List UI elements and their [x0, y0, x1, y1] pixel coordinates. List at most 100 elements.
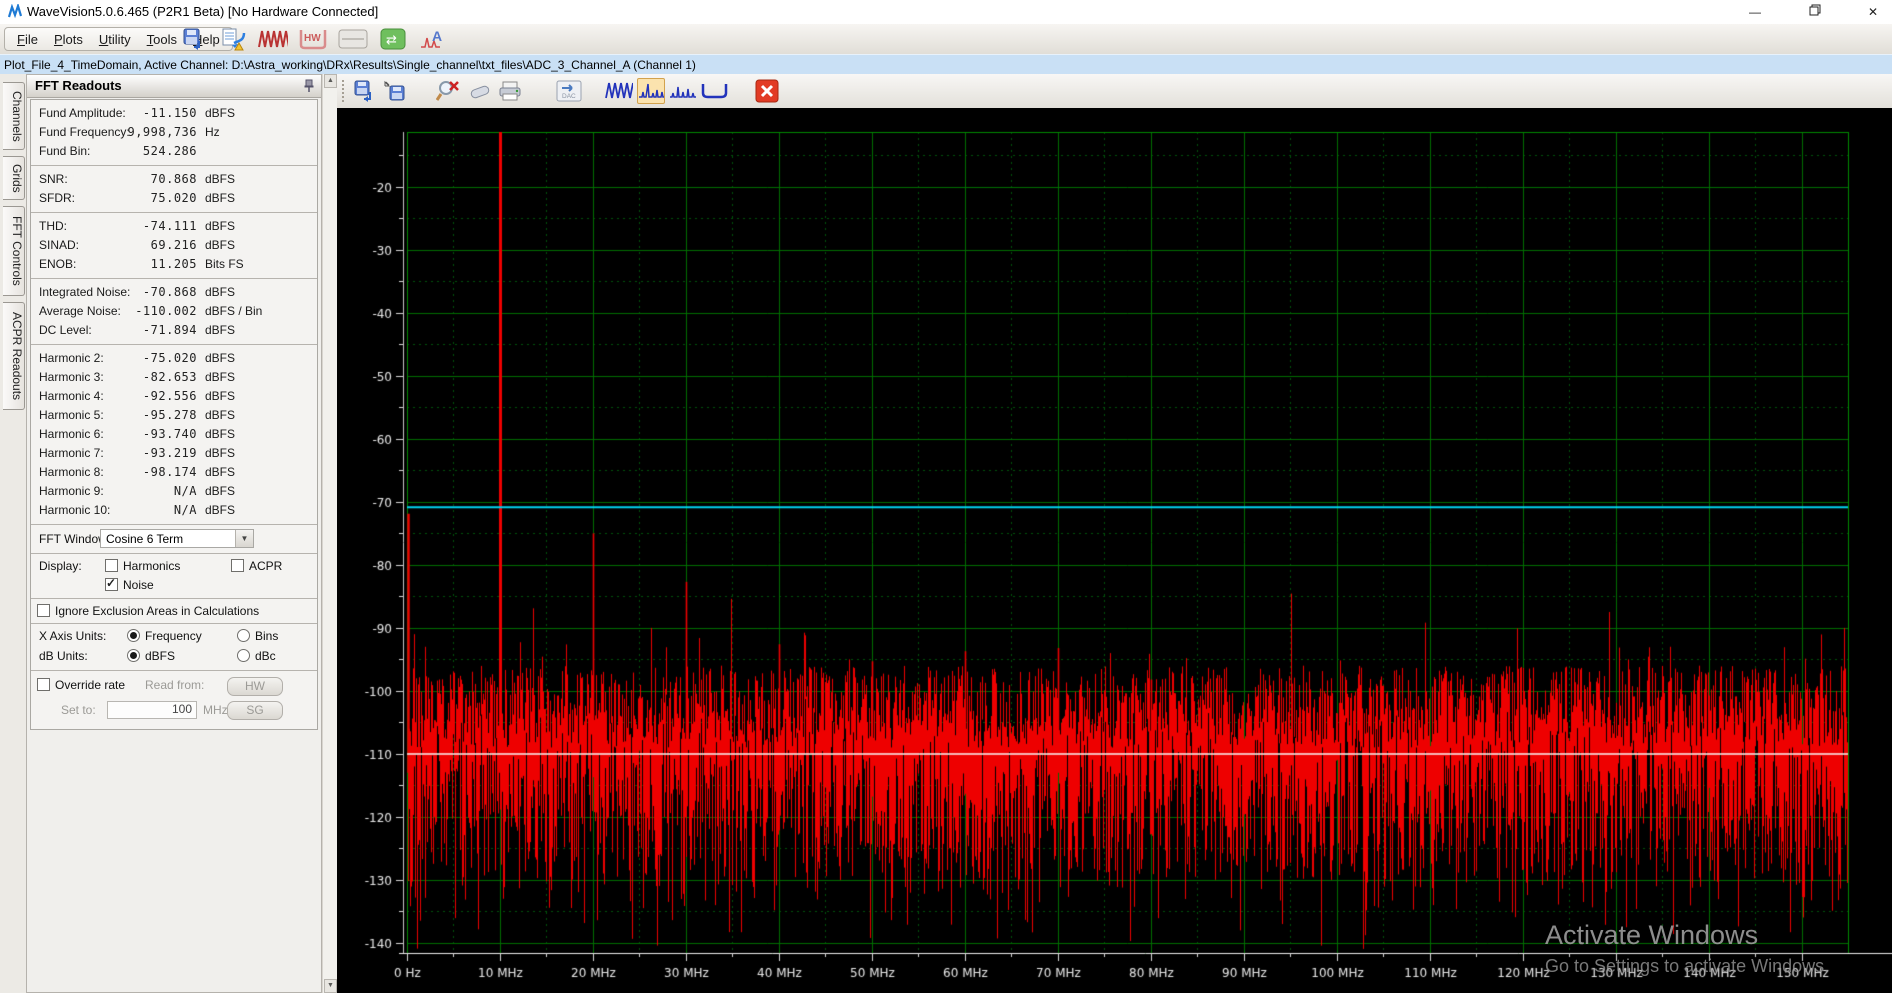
panel-scrollbar[interactable]: ▲ ▼ — [322, 74, 337, 993]
sg-read-button[interactable]: SG — [227, 701, 283, 720]
activate-windows-subtext: Go to Settings to activate Windows. — [1545, 956, 1830, 976]
ignore-exclusion-checkbox[interactable] — [37, 604, 50, 617]
svg-text:DAC: DAC — [562, 93, 576, 100]
thd-group: THD: -74.111 dBFS SINAD: 69.216 dBFS ENOB: 11… — [31, 213, 317, 279]
chevron-down-icon[interactable]: ▼ — [235, 530, 253, 547]
dbc-radio[interactable] — [237, 649, 250, 662]
plot-toolbar: DAC — [337, 74, 1892, 109]
fft-readouts-panel: FFT Readouts Fund Amplitude: -11.150 dBFS … — [26, 74, 322, 993]
menu-toolbar-row: File Plots Utility Tools Help HW ⇄ — [0, 24, 1892, 55]
panel-header: FFT Readouts — [27, 75, 321, 98]
readout-row: SFDR: 75.020 dBFS — [39, 191, 236, 205]
menu-file[interactable]: File — [9, 30, 46, 49]
title-bar: WaveVision5.0.6.465 (P2R1 Beta) [No Hard… — [0, 0, 1892, 24]
panel-title: FFT Readouts — [35, 78, 122, 93]
scroll-down-icon[interactable]: ▼ — [324, 979, 337, 993]
bins-radio[interactable] — [237, 629, 250, 642]
read-from-label: Read from: — [145, 678, 205, 692]
override-rate-checkbox[interactable] — [37, 678, 50, 691]
fft-window-section: FFT Window: Cosine 6 Term ▼ — [31, 525, 317, 554]
minimize-button[interactable]: — — [1738, 0, 1772, 24]
dac-button[interactable]: DAC — [555, 78, 583, 104]
readout-row: Integrated Noise: -70.868 dBFS — [39, 285, 236, 299]
tab-acpr-readouts[interactable]: ACPR Readouts — [3, 302, 25, 410]
close-window-button[interactable]: ✕ — [1856, 0, 1890, 24]
sync-button[interactable]: ⇄ — [378, 26, 408, 52]
fft-alt-plot-button[interactable] — [669, 78, 697, 104]
readout-row: ENOB: 11.205 Bits FS — [39, 257, 244, 271]
readout-row: Harmonic 3: -82.653 dBFS — [39, 370, 236, 384]
tab-channels[interactable]: Channels — [3, 82, 25, 150]
bathtub-plot-button[interactable] — [701, 78, 729, 104]
ignore-exclusion-section: Ignore Exclusion Areas in Calculations — [31, 599, 317, 624]
window-title: WaveVision5.0.6.465 (P2R1 Beta) [No Hard… — [27, 4, 379, 19]
tab-grids[interactable]: Grids — [3, 156, 25, 200]
print-button[interactable] — [497, 78, 525, 104]
snr-group: SNR: 70.868 dBFS SFDR: 75.020 dBFS — [31, 166, 317, 213]
hw-read-button[interactable]: HW — [227, 677, 283, 696]
readout-row: Fund Amplitude: -11.150 dBFS — [39, 106, 236, 120]
side-tab-strip: Channels Grids FFT Controls ACPR Readout… — [0, 74, 26, 993]
display-label: Display: — [39, 559, 82, 573]
export-report-button[interactable] — [218, 26, 248, 52]
readout-row: DC Level: -71.894 dBFS — [39, 323, 236, 337]
close-plot-button[interactable] — [753, 78, 781, 104]
x-axis-units-label: X Axis Units: — [39, 629, 107, 643]
save-all-plots-button[interactable] — [381, 78, 409, 104]
units-section: X Axis Units: Frequency Bins dB Units: d… — [31, 624, 317, 671]
readout-row: Average Noise: -110.002 dBFS / Bin — [39, 304, 263, 318]
time-plot-button[interactable] — [338, 26, 368, 52]
fft-analysis-button[interactable]: A — [418, 26, 448, 52]
active-channel-bar: Plot_File_4_TimeDomain, Active Channel: … — [0, 54, 1892, 76]
main-region: Channels Grids FFT Controls ACPR Readout… — [0, 74, 1892, 993]
app-logo-icon — [7, 2, 23, 23]
harmonics-checkbox[interactable] — [105, 559, 118, 572]
menu-utility[interactable]: Utility — [91, 30, 139, 49]
acpr-checkbox[interactable] — [231, 559, 244, 572]
readout-row: Fund Frequency: 9,998,736 Hz — [39, 125, 220, 139]
harmonics-group: Harmonic 2: -75.020 dBFS Harmonic 3: -82.65… — [31, 345, 317, 525]
waveform-capture-icon[interactable] — [258, 26, 288, 52]
dbfs-radio[interactable] — [127, 649, 140, 662]
db-units-label: dB Units: — [39, 649, 88, 663]
wavevision-window: WaveVision5.0.6.465 (P2R1 Beta) [No Hard… — [0, 0, 1892, 993]
svg-text:⇄: ⇄ — [386, 33, 397, 48]
frequency-radio[interactable] — [127, 629, 140, 642]
readout-row: Harmonic 7: -93.219 dBFS — [39, 446, 236, 460]
readout-row: SNR: 70.868 dBFS — [39, 172, 236, 186]
hardware-button[interactable]: HW — [298, 26, 328, 52]
set-to-label: Set to: — [61, 703, 96, 717]
erase-button[interactable] — [467, 78, 495, 104]
rate-input[interactable]: 100 — [107, 701, 197, 719]
pin-icon[interactable] — [303, 78, 315, 96]
override-rate-section: Override rate Read from: HW Set to: 100 … — [31, 671, 317, 729]
scroll-up-icon[interactable]: ▲ — [324, 74, 337, 88]
readout-row: Harmonic 9: N/A dBFS — [39, 484, 236, 498]
noise-group: Integrated Noise: -70.868 dBFS Average Noi… — [31, 279, 317, 345]
readouts-content: Fund Amplitude: -11.150 dBFS Fund Frequenc… — [30, 99, 318, 730]
display-section: Display: Harmonics ACPR Noise — [31, 554, 317, 599]
noise-checkbox[interactable] — [105, 576, 118, 591]
readout-row: Harmonic 2: -75.020 dBFS — [39, 351, 236, 365]
menu-plots[interactable]: Plots — [46, 30, 91, 49]
plot-panel: DAC Activate Windows Go to Settings to a… — [337, 74, 1892, 993]
tab-fft-controls[interactable]: FFT Controls — [3, 206, 25, 296]
save-data-button[interactable] — [178, 26, 208, 52]
zoom-reset-button[interactable] — [435, 78, 463, 104]
toolbar-grip[interactable] — [342, 80, 347, 102]
readout-row: Harmonic 4: -92.556 dBFS — [39, 389, 236, 403]
readout-row: Harmonic 5: -95.278 dBFS — [39, 408, 236, 422]
restore-button[interactable] — [1798, 0, 1832, 24]
activate-windows-watermark: Activate Windows — [1545, 920, 1759, 950]
fft-spectrum-chart[interactable] — [337, 108, 1892, 993]
readout-row: Harmonic 6: -93.740 dBFS — [39, 427, 236, 441]
save-plot-button[interactable] — [351, 78, 379, 104]
main-toolbar: HW ⇄ A — [178, 25, 448, 53]
fft-plot-button-selected[interactable] — [637, 78, 665, 104]
time-domain-plot-button[interactable] — [605, 78, 633, 104]
rate-unit-label: MHz — [203, 703, 228, 717]
readout-row: THD: -74.111 dBFS — [39, 219, 236, 233]
readout-row: Fund Bin: 524.286 — [39, 144, 197, 158]
svg-text:HW: HW — [304, 33, 321, 44]
fft-window-select[interactable]: Cosine 6 Term ▼ — [100, 529, 254, 548]
